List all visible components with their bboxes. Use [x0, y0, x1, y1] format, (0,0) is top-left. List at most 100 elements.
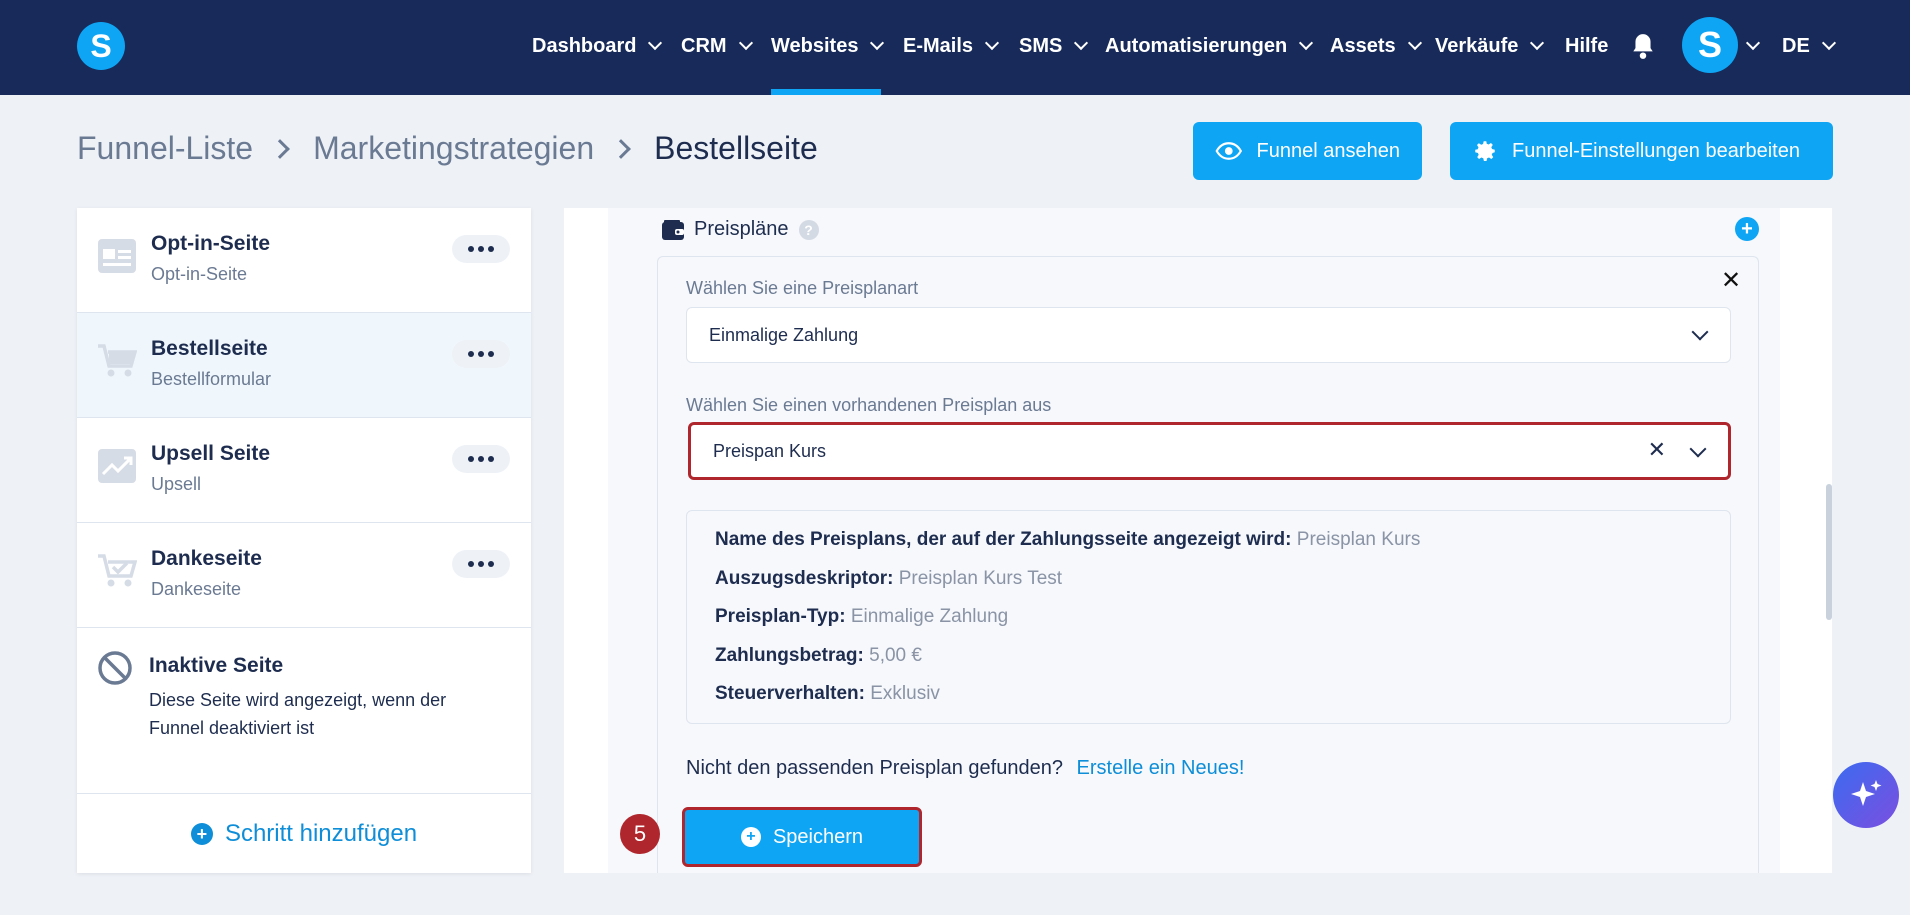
nav-assets[interactable]: Assets [1330, 32, 1422, 60]
step-inactive-page[interactable]: Inaktive Seite Diese Seite wird angezeig… [77, 628, 531, 793]
detail-amount: Zahlungsbetrag: 5,00 € [715, 645, 922, 667]
nav-label: Automatisierungen [1105, 34, 1288, 57]
optin-page-icon [98, 239, 136, 273]
chevron-down-icon [1074, 35, 1089, 51]
disabled-icon [98, 651, 132, 685]
step-dankeseite[interactable]: Dankeseite Dankeseite [77, 523, 531, 628]
more-options-button[interactable] [452, 445, 510, 473]
create-new-plan-link[interactable]: Erstelle ein Neues! [1077, 757, 1245, 779]
language-label: DE [1782, 34, 1810, 57]
clear-icon[interactable]: ✕ [1648, 437, 1666, 463]
chevron-down-icon [1821, 35, 1836, 51]
nav-sms[interactable]: SMS [1019, 32, 1089, 60]
nav-label: SMS [1019, 34, 1063, 57]
app-logo[interactable]: S [77, 22, 125, 70]
add-pricing-plan-button[interactable]: + [1735, 217, 1759, 241]
nav-label: Dashboard [532, 34, 637, 57]
step-description: Diese Seite wird angezeigt, wenn der Fun… [149, 690, 447, 738]
detail-label: Auszugsdeskriptor: [715, 568, 894, 589]
edit-settings-label: Funnel-Einstellungen bearbeiten [1512, 139, 1800, 162]
step-title: Opt-in-Seite [151, 232, 270, 255]
nav-crm[interactable]: CRM [681, 32, 753, 60]
nav-emails[interactable]: E-Mails [903, 32, 1000, 60]
nav-active-indicator [771, 89, 881, 95]
save-label: Speichern [772, 825, 864, 848]
language-switcher[interactable]: DE [1782, 32, 1836, 60]
nav-label: CRM [681, 34, 727, 57]
trend-chart-icon [98, 449, 136, 483]
chevron-down-icon [1530, 35, 1545, 51]
step-upsell[interactable]: Upsell Seite Upsell [77, 418, 531, 523]
edit-funnel-settings-button[interactable]: Funnel-Einstellungen bearbeiten [1450, 122, 1833, 180]
nav-dashboard[interactable]: Dashboard [532, 32, 663, 60]
top-navigation: S Dashboard CRM Websites E-Mails SMS Aut… [0, 0, 1910, 95]
nav-label: Verkäufe [1435, 34, 1519, 57]
funnel-steps-sidebar: Opt-in-Seite Opt-in-Seite Bestellseite B… [77, 208, 531, 873]
detail-name: Name des Preisplans, der auf der Zahlung… [715, 529, 1420, 551]
detail-descriptor: Auszugsdeskriptor: Preisplan Kurs Test [715, 568, 1062, 590]
cart-icon [98, 344, 137, 377]
not-found-text: Nicht den passenden Preisplan gefunden? … [686, 757, 1244, 780]
scrollbar[interactable] [1826, 484, 1832, 620]
plus-circle-icon: + [740, 827, 761, 847]
chevron-right-icon [270, 138, 290, 159]
existing-plan-select[interactable]: Preispan Kurs ✕ [688, 422, 1731, 480]
close-icon[interactable]: ✕ [1721, 266, 1741, 295]
nav-websites[interactable]: Websites [771, 32, 885, 60]
step-optin[interactable]: Opt-in-Seite Opt-in-Seite [77, 208, 531, 313]
view-funnel-label: Funnel ansehen [1256, 139, 1400, 162]
step-subtitle: Opt-in-Seite [151, 264, 248, 284]
breadcrumb-funnel[interactable]: Marketingstrategien [313, 130, 594, 167]
step-title: Inaktive Seite [149, 654, 284, 677]
nav-verkaeufe[interactable]: Verkäufe [1435, 32, 1545, 60]
detail-value: Einmalige Zahlung [850, 606, 1009, 627]
detail-label: Zahlungsbetrag: [715, 645, 864, 666]
chevron-down-icon [1407, 35, 1422, 51]
more-options-button[interactable] [452, 550, 510, 578]
detail-type: Preisplan-Typ: Einmalige Zahlung [715, 606, 1008, 628]
chevron-down-icon[interactable] [1745, 35, 1761, 51]
step-bestellseite[interactable]: Bestellseite Bestellformular [77, 313, 531, 418]
plan-type-select[interactable]: Einmalige Zahlung [686, 307, 1731, 363]
plan-type-label: Wählen Sie eine Preisplanart [686, 278, 919, 298]
more-options-button[interactable] [452, 340, 510, 368]
existing-plan-value: Preispan Kurs [713, 440, 827, 461]
section-title: Preispläne [694, 218, 789, 240]
chevron-down-icon [870, 35, 885, 51]
detail-label: Preisplan-Typ: [715, 606, 846, 627]
step-subtitle: Bestellformular [151, 369, 272, 389]
detail-tax: Steuerverhalten: Exklusiv [715, 683, 940, 705]
breadcrumb-funnel-list[interactable]: Funnel-Liste [77, 130, 253, 167]
step-title: Bestellseite [151, 337, 268, 360]
step-subtitle: Upsell [151, 474, 202, 494]
add-step-button[interactable]: + Schritt hinzufügen [77, 793, 531, 873]
nav-hilfe[interactable]: Hilfe [1565, 32, 1608, 60]
step-subtitle: Dankeseite [151, 579, 242, 599]
detail-value: Preisplan Kurs Test [898, 568, 1063, 589]
wallet-icon [662, 219, 684, 240]
plan-type-value: Einmalige Zahlung [709, 324, 859, 345]
save-button[interactable]: + Speichern [682, 807, 922, 867]
add-step-label: Schritt hinzufügen [224, 819, 418, 847]
ai-assistant-button[interactable] [1833, 762, 1899, 828]
detail-value: Preisplan Kurs [1296, 529, 1421, 550]
nav-label: E-Mails [903, 34, 974, 57]
bell-icon[interactable] [1630, 32, 1656, 60]
step-number-badge: 5 [620, 814, 660, 854]
view-funnel-button[interactable]: Funnel ansehen [1193, 122, 1422, 180]
detail-label: Name des Preisplans, der auf der Zahlung… [715, 529, 1292, 550]
chevron-down-icon [984, 35, 1000, 51]
sparkle-icon [1851, 780, 1882, 806]
help-icon[interactable]: ? [798, 219, 819, 240]
step-title: Upsell Seite [151, 442, 271, 465]
nav-automatisierungen[interactable]: Automatisierungen [1105, 32, 1314, 60]
chevron-down-icon [738, 35, 753, 51]
avatar[interactable]: S [1682, 17, 1738, 73]
chevron-down-icon [648, 35, 663, 51]
nav-label: Websites [771, 34, 859, 57]
detail-value: Exklusiv [870, 683, 940, 704]
chevron-right-icon [611, 138, 632, 159]
more-options-button[interactable] [452, 235, 510, 263]
chevron-down-icon [1299, 35, 1314, 51]
plan-details-box: Name des Preisplans, der auf der Zahlung… [686, 510, 1731, 724]
